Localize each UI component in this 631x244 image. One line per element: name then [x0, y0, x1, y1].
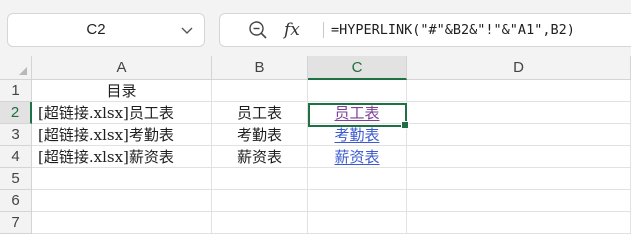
row-header-2[interactable]: 2	[0, 102, 32, 124]
cell-c7[interactable]	[308, 212, 407, 234]
hyperlink-attendance-sheet[interactable]: 考勤表	[334, 126, 379, 144]
column-header-row: A B C D	[0, 56, 631, 80]
hyperlink-salary-sheet[interactable]: 薪资表	[334, 148, 379, 166]
cell-d1[interactable]	[407, 80, 631, 102]
column-header-a[interactable]: A	[32, 56, 212, 80]
fx-icon[interactable]: fx	[284, 18, 300, 42]
name-box[interactable]: C2	[7, 13, 205, 47]
chevron-down-icon[interactable]	[180, 23, 194, 37]
cell-c4[interactable]: 薪资表	[308, 146, 407, 168]
cell-a2[interactable]: [超链接.xlsx]员工表	[32, 102, 212, 124]
cell-b7[interactable]	[212, 212, 308, 234]
cell-b5[interactable]	[212, 168, 308, 190]
cell-c6[interactable]	[308, 190, 407, 212]
sheet-grid: A B C D 1 2 3 4 5 6 7 目录 [超链接.xlsx]员工表 员…	[0, 56, 631, 244]
cell-c1[interactable]	[308, 80, 407, 102]
cell-b2[interactable]: 员工表	[212, 102, 308, 124]
cell-b4[interactable]: 薪资表	[212, 146, 308, 168]
cell-d5[interactable]	[407, 168, 631, 190]
name-box-value[interactable]: C2	[8, 14, 184, 46]
cell-b6[interactable]	[212, 190, 308, 212]
hyperlink-employee-sheet[interactable]: 员工表	[334, 104, 379, 122]
cell-a1[interactable]: 目录	[32, 80, 212, 102]
column-header-b[interactable]: B	[212, 56, 308, 80]
row-header-3[interactable]: 3	[0, 124, 32, 146]
cell-b1[interactable]	[212, 80, 308, 102]
cell-d3[interactable]	[407, 124, 631, 146]
select-all-corner[interactable]	[0, 56, 32, 80]
cell-a6[interactable]	[32, 190, 212, 212]
cell-c3[interactable]: 考勤表	[308, 124, 407, 146]
row-header-6[interactable]: 6	[0, 190, 32, 212]
column-header-d[interactable]: D	[407, 56, 631, 80]
formula-separator	[323, 22, 324, 38]
cell-d2[interactable]	[407, 102, 631, 124]
row-header-4[interactable]: 4	[0, 146, 32, 168]
cell-c2[interactable]: 员工表	[308, 102, 407, 124]
formula-input[interactable]: =HYPERLINK("#"&B2&"!"&"A1",B2)	[331, 14, 575, 46]
cell-d7[interactable]	[407, 212, 631, 234]
cell-b3[interactable]: 考勤表	[212, 124, 308, 146]
column-header-c[interactable]: C	[308, 56, 407, 80]
cell-a4[interactable]: [超链接.xlsx]薪资表	[32, 146, 212, 168]
row-header-1[interactable]: 1	[0, 80, 32, 102]
select-all-corner-icon	[19, 67, 27, 75]
zoom-out-icon[interactable]	[248, 20, 268, 40]
spreadsheet-app: C2 fx =HYPERLINK("#"&B2&"!"&"A1",B2) A B…	[0, 0, 631, 244]
cell-d6[interactable]	[407, 190, 631, 212]
formula-bar-row: C2 fx =HYPERLINK("#"&B2&"!"&"A1",B2)	[0, 0, 631, 56]
row-header-7[interactable]: 7	[0, 212, 32, 234]
cell-a5[interactable]	[32, 168, 212, 190]
cell-a3[interactable]: [超链接.xlsx]考勤表	[32, 124, 212, 146]
formula-bar[interactable]: fx =HYPERLINK("#"&B2&"!"&"A1",B2)	[219, 13, 631, 47]
cell-a7[interactable]	[32, 212, 212, 234]
cell-c5[interactable]	[308, 168, 407, 190]
cell-d4[interactable]	[407, 146, 631, 168]
row-header-5[interactable]: 5	[0, 168, 32, 190]
